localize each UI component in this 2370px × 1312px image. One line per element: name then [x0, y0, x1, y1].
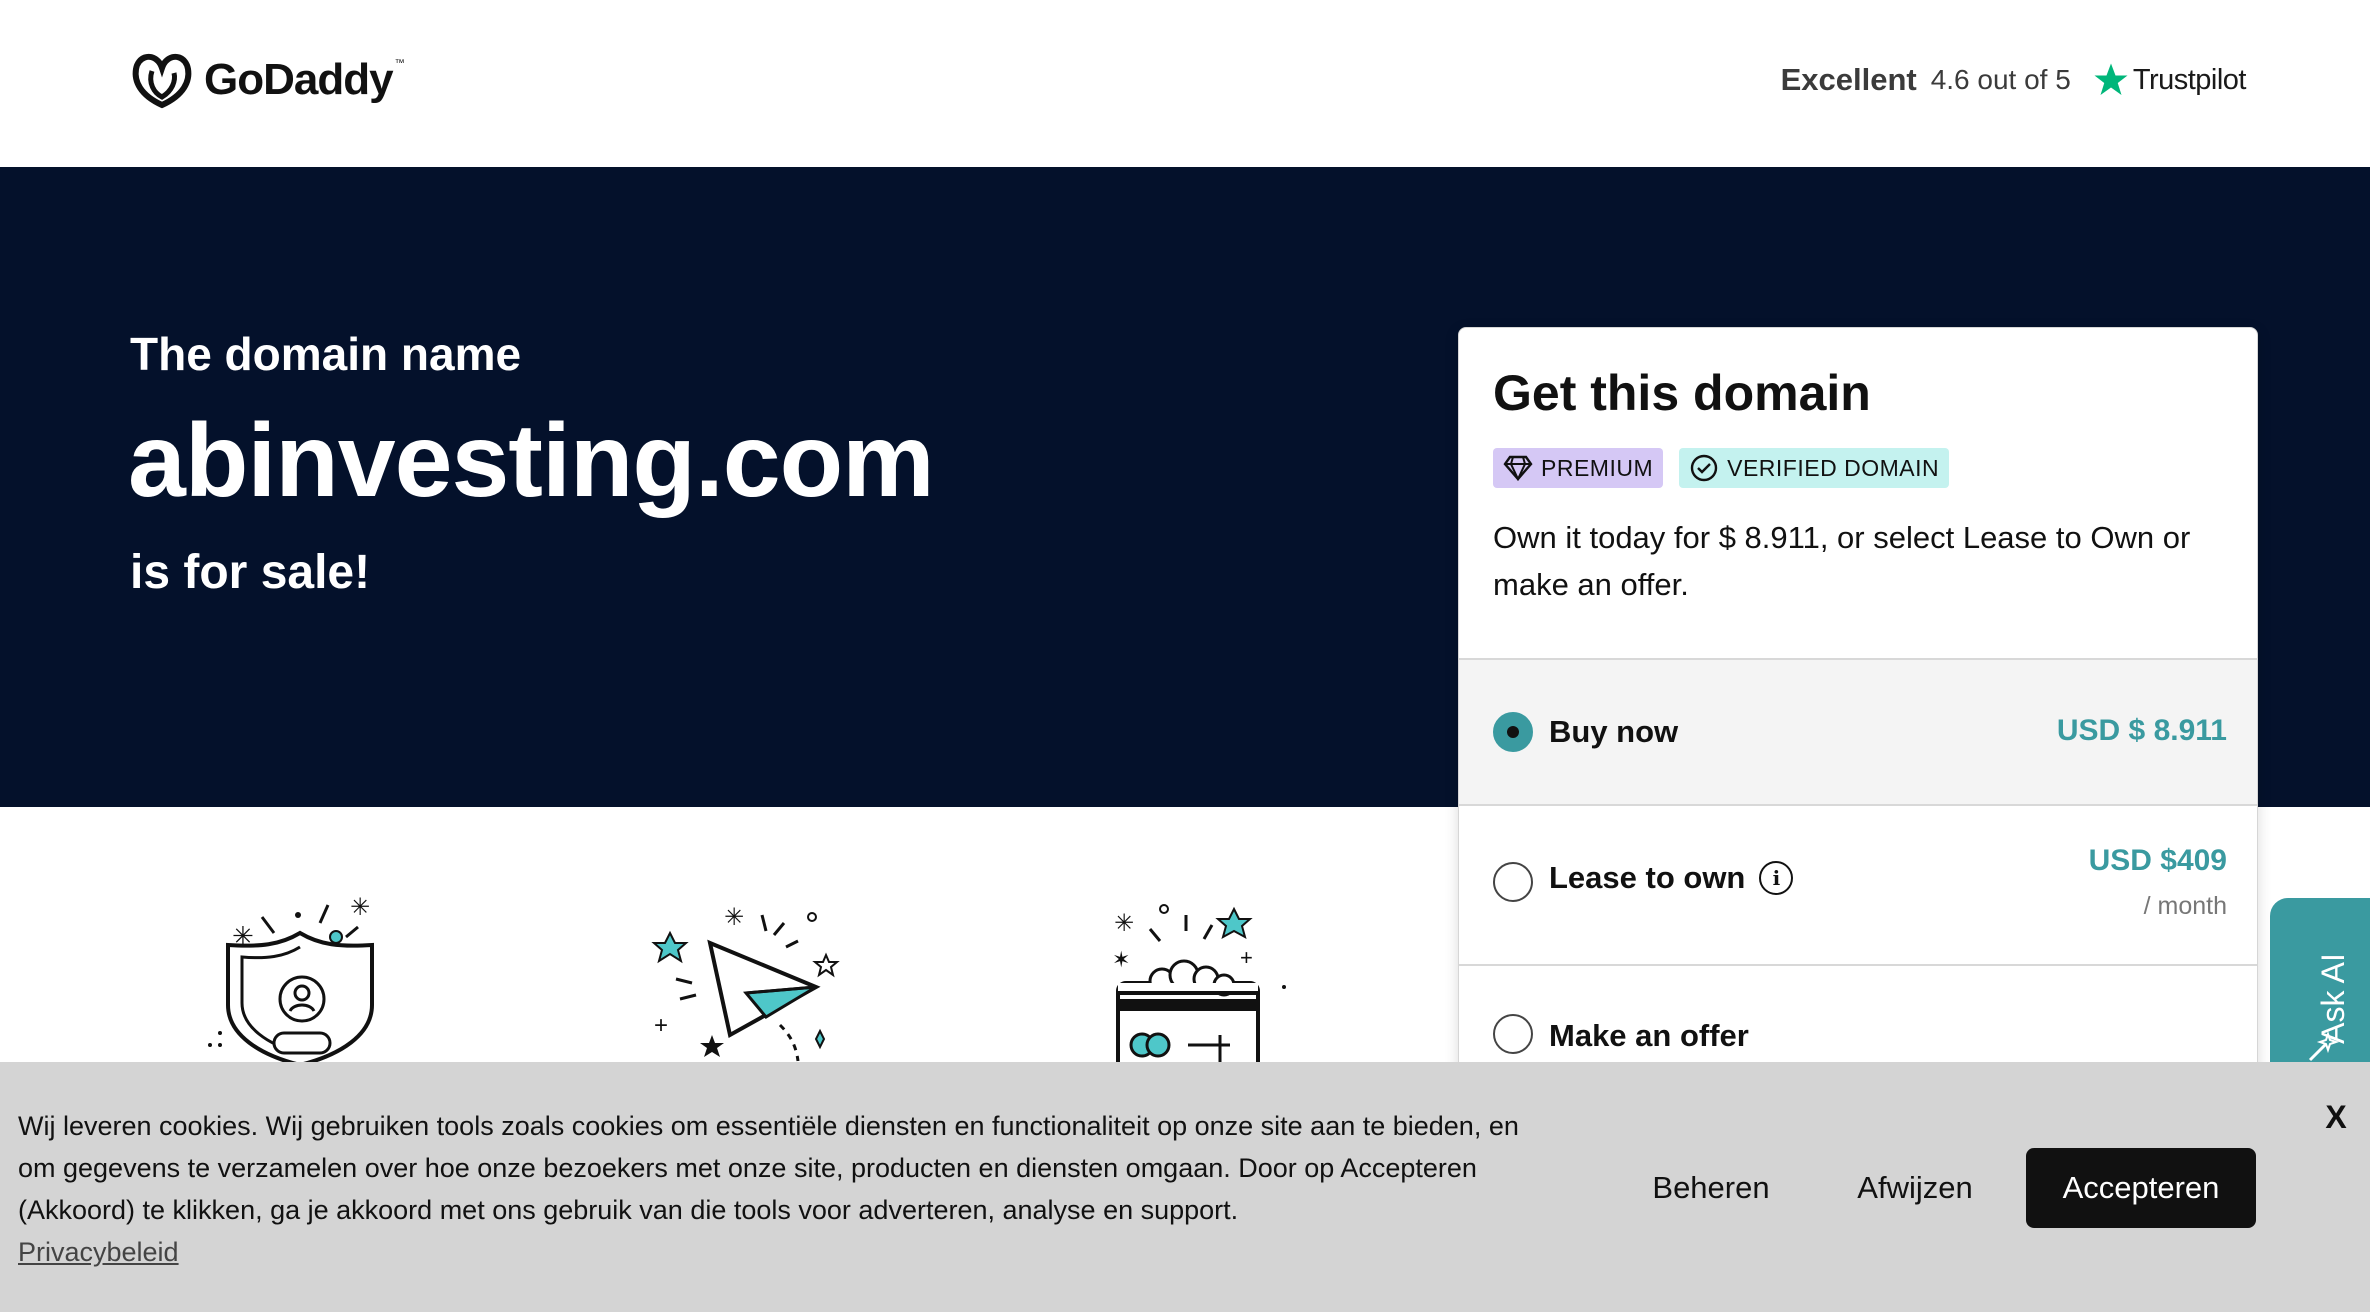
trustpilot-brand-label: Trustpilot — [2132, 63, 2247, 96]
svg-text:✳: ✳ — [724, 904, 744, 931]
lease-to-own-radio[interactable] — [1493, 862, 1533, 902]
make-offer-label: Make an offer — [1549, 1018, 1749, 1053]
payment-card-icon: ✳ ✶ + — [1100, 895, 1300, 1075]
verified-badge-label: VERIFIED DOMAIN — [1727, 454, 1940, 481]
site-header: GoDaddy ™ Excellent 4.6 out of 5 Trustpi… — [0, 0, 2370, 167]
info-icon[interactable]: i — [1759, 861, 1794, 895]
close-icon[interactable]: X — [2316, 1094, 2356, 1140]
page: GoDaddy ™ Excellent 4.6 out of 5 Trustpi… — [0, 0, 2370, 1312]
paper-plane-icon: ✳ + — [650, 895, 850, 1065]
godaddy-heart-icon — [132, 53, 192, 109]
buy-now-label: Buy now — [1549, 714, 1679, 749]
trustpilot-score: 4.6 out of 5 — [1930, 64, 2071, 95]
hero-intro: The domain name — [130, 328, 522, 380]
shield-user-icon: ✳ ✳ — [200, 894, 400, 1068]
cookie-banner: Wij leveren cookies. Wij gebruiken tools… — [0, 1062, 2370, 1312]
svg-text:✳: ✳ — [232, 921, 254, 951]
manage-cookies-button[interactable]: Beheren — [1630, 1148, 1792, 1228]
option-lease-to-own[interactable]: Lease to own i USD $409 / month — [1459, 804, 2257, 964]
accept-cookies-button[interactable]: Accepteren — [2026, 1148, 2256, 1228]
trustpilot-rating-word: Excellent — [1780, 62, 1917, 97]
buy-now-radio[interactable] — [1493, 712, 1533, 752]
card-description: Own it today for $ 8.911, or select Leas… — [1493, 520, 2191, 602]
ai-sparkle-icon — [2308, 1030, 2340, 1062]
card-title: Get this domain — [1493, 365, 1871, 421]
domain-badges: PREMIUM VERIFIED DOMAIN — [1493, 448, 1950, 488]
check-circle-icon — [1690, 454, 1718, 482]
verified-domain-badge: VERIFIED DOMAIN — [1679, 448, 1950, 488]
privacy-policy-link[interactable]: Privacybeleid — [18, 1231, 1558, 1273]
premium-badge-label: PREMIUM — [1541, 454, 1654, 481]
premium-badge: PREMIUM — [1493, 448, 1664, 488]
svg-text:✳: ✳ — [1114, 910, 1134, 937]
svg-text:✶: ✶ — [1112, 947, 1130, 972]
make-offer-radio[interactable] — [1493, 1014, 1533, 1054]
lease-to-own-label: Lease to own — [1549, 860, 1746, 895]
hero-for-sale: is for sale! — [130, 546, 371, 599]
reject-cookies-button[interactable]: Afwijzen — [1830, 1148, 2000, 1228]
get-domain-card: Get this domain PREMIUM VERIFIED DOMAIN … — [1458, 327, 2258, 1127]
option-buy-now[interactable]: Buy now USD $ 8.911 — [1459, 658, 2257, 804]
trustpilot-rating[interactable]: Excellent 4.6 out of 5 Trustpilot — [1780, 52, 2247, 108]
diamond-icon — [1503, 455, 1533, 481]
svg-text:+: + — [1240, 945, 1253, 970]
svg-text:+: + — [654, 1012, 668, 1039]
lease-price-unit: / month — [2143, 892, 2227, 920]
cookie-text-block: Wij leveren cookies. Wij gebruiken tools… — [18, 1105, 1558, 1273]
logo-text: GoDaddy — [204, 55, 394, 104]
trademark-mark: ™ — [394, 58, 405, 69]
trustpilot-brand: Trustpilot — [2093, 62, 2247, 98]
cookie-message: Wij leveren cookies. Wij gebruiken tools… — [18, 1111, 1519, 1225]
lease-price: USD $409 — [2088, 844, 2227, 877]
buy-now-price: USD $ 8.911 — [2056, 714, 2227, 747]
svg-text:✳: ✳ — [350, 895, 370, 921]
lease-to-own-label-group: Lease to own i — [1549, 860, 1794, 896]
domain-name: abinvesting.com — [128, 403, 935, 519]
trustpilot-star-icon — [2094, 63, 2128, 95]
godaddy-logo[interactable]: GoDaddy ™ — [130, 50, 405, 110]
